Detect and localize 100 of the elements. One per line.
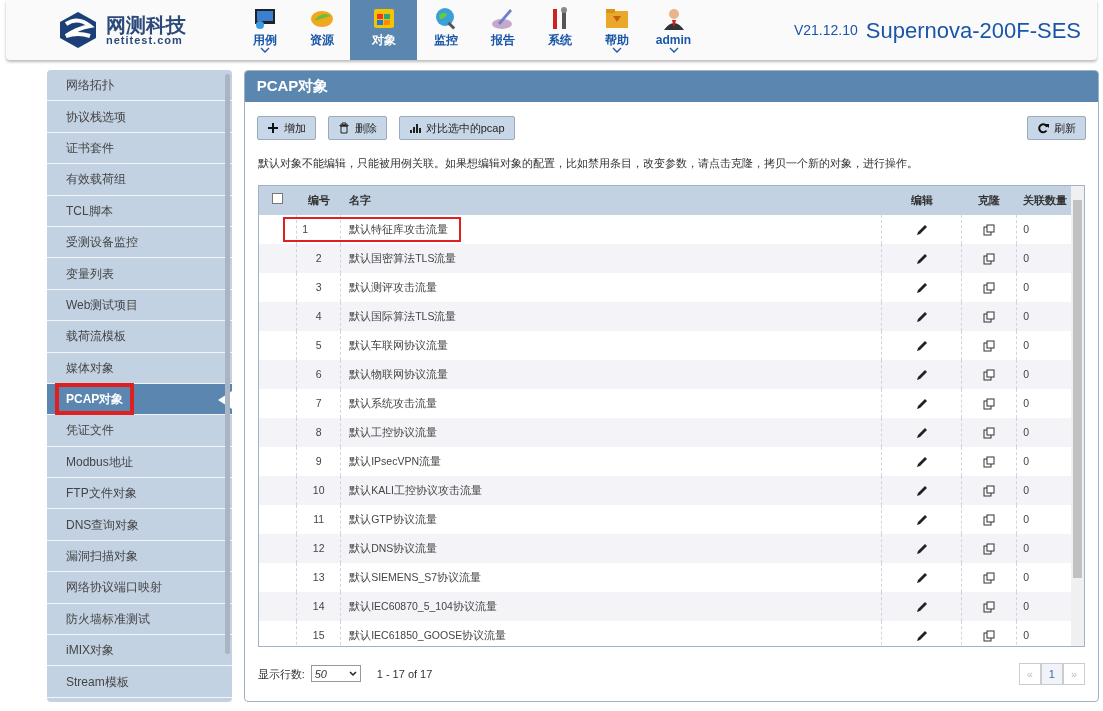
- clone-icon[interactable]: [983, 426, 996, 439]
- logo-text: 网测科技: [106, 14, 186, 35]
- clone-icon[interactable]: [983, 455, 996, 468]
- link-count: 0: [1023, 541, 1029, 554]
- clone-icon[interactable]: [983, 484, 996, 497]
- row-number: 14: [312, 599, 325, 612]
- nav-tab[interactable]: admin: [645, 0, 702, 60]
- row-name: 默认IEC61850_GOOSE协议流量: [349, 628, 507, 641]
- clone-icon[interactable]: [983, 252, 996, 265]
- row-number: 1: [302, 222, 308, 235]
- scrollbar[interactable]: [1071, 185, 1084, 646]
- nav-tab[interactable]: 用例: [236, 0, 293, 60]
- clone-icon[interactable]: [983, 368, 996, 381]
- row-name: 默认IPsecVPN流量: [349, 454, 441, 467]
- row-number: 11: [313, 512, 325, 525]
- row-name: 默认IEC60870_5_104协议流量: [349, 599, 497, 612]
- link-count: 0: [1023, 628, 1029, 641]
- nav-tab[interactable]: 对象: [350, 0, 417, 60]
- row-name: 默认系统攻击流量: [349, 396, 438, 409]
- edit-icon[interactable]: [915, 426, 928, 439]
- row-name: 默认国际算法TLS流量: [349, 309, 457, 322]
- logo-subtitle: netitest.com: [106, 34, 184, 46]
- nav-tab[interactable]: 监控: [417, 0, 474, 60]
- link-count: 0: [1023, 396, 1029, 409]
- row-name: 默认工控协议流量: [349, 425, 438, 438]
- row-name: 默认物联网协议流量: [349, 367, 449, 380]
- plus-icon: [266, 121, 279, 134]
- panel-title: PCAP对象: [244, 71, 1098, 102]
- page-button[interactable]: 1: [1040, 662, 1063, 685]
- row-name: 默认测评攻击流量: [349, 280, 438, 293]
- row-number: 6: [315, 367, 322, 380]
- clone-icon[interactable]: [983, 281, 996, 294]
- link-count: 0: [1023, 338, 1029, 351]
- clone-icon[interactable]: [983, 339, 996, 352]
- edit-icon[interactable]: [915, 339, 928, 352]
- row-number: 7: [315, 396, 322, 409]
- edit-icon[interactable]: [915, 571, 928, 584]
- rows-select[interactable]: 50: [310, 665, 361, 683]
- clone-icon[interactable]: [983, 629, 996, 642]
- row-name: 默认车联网协议流量: [349, 338, 449, 351]
- edit-icon[interactable]: [915, 513, 928, 526]
- clone-icon[interactable]: [983, 542, 996, 555]
- refresh-button[interactable]: 刷新: [1027, 115, 1086, 141]
- toolbar-button[interactable]: 对比选中的pcap: [398, 115, 515, 141]
- nav-tab[interactable]: 报告: [474, 0, 531, 60]
- clone-icon[interactable]: [983, 513, 996, 526]
- row-number: 13: [312, 570, 325, 583]
- clone-icon[interactable]: [983, 600, 996, 613]
- sidebar-item[interactable]: Stream模板: [47, 666, 232, 698]
- link-count: 0: [1023, 280, 1029, 293]
- row-number: 9: [315, 454, 322, 467]
- toolbar-button[interactable]: 删除: [327, 115, 387, 141]
- row-name: 默认特征库攻击流量: [349, 222, 449, 235]
- row-number: 8: [315, 425, 322, 438]
- clone-icon[interactable]: [983, 397, 996, 410]
- row-number: 2: [315, 251, 322, 264]
- nav-tab[interactable]: 系统: [531, 0, 588, 60]
- edit-icon[interactable]: [915, 223, 928, 236]
- clone-icon[interactable]: [983, 310, 996, 323]
- edit-icon[interactable]: [915, 600, 928, 613]
- column-header: 关联数量: [1022, 194, 1067, 207]
- version-label: V21.12.10: [793, 20, 858, 40]
- link-count: 0: [1023, 367, 1029, 380]
- row-name: 默认DNS协议流量: [349, 541, 438, 554]
- edit-icon[interactable]: [915, 629, 928, 642]
- row-name: 默认KALI工控协议攻击流量: [349, 483, 482, 496]
- edit-icon[interactable]: [915, 252, 928, 265]
- row-number: 10: [312, 483, 325, 496]
- clone-icon[interactable]: [983, 571, 996, 584]
- link-count: 0: [1023, 512, 1029, 525]
- scrollbar[interactable]: [224, 74, 230, 654]
- edit-icon[interactable]: [915, 310, 928, 323]
- checkbox[interactable]: [272, 193, 284, 205]
- row-number: 15: [312, 628, 325, 641]
- notice-text: 默认对象不能编辑，只能被用例关联。如果想编辑对象的配置，比如禁用条目，改变参数，请点击克隆，拷贝一个新的对象，进行操作。: [256, 156, 919, 172]
- link-count: 0: [1023, 570, 1029, 583]
- column-header: 编辑: [910, 194, 933, 207]
- row-number: 3: [315, 280, 322, 293]
- product-name: Supernova-200F-SES: [865, 16, 1081, 45]
- link-count: 0: [1023, 425, 1029, 438]
- nav-tab[interactable]: 帮助: [588, 0, 645, 60]
- column-header: 名字: [348, 194, 371, 207]
- edit-icon[interactable]: [915, 484, 928, 497]
- column-header: 克隆: [978, 194, 1001, 207]
- rows-label: 显示行数:: [257, 666, 305, 682]
- caret-icon: [348, 670, 357, 677]
- edit-icon[interactable]: [915, 281, 928, 294]
- link-count: 0: [1023, 309, 1029, 322]
- row-name: 默认SIEMENS_S7协议流量: [349, 570, 482, 583]
- row-number: 5: [315, 338, 322, 351]
- nav-tab[interactable]: 资源: [293, 0, 350, 60]
- edit-icon[interactable]: [915, 368, 928, 381]
- row-name: 默认国密算法TLS流量: [349, 251, 457, 264]
- edit-icon[interactable]: [915, 455, 928, 468]
- chart-icon: [408, 121, 421, 134]
- edit-icon[interactable]: [915, 542, 928, 555]
- sidebar-item[interactable]: PCAP对象: [47, 383, 232, 416]
- toolbar-button[interactable]: 增加: [256, 115, 316, 141]
- clone-icon[interactable]: [983, 223, 996, 236]
- edit-icon[interactable]: [915, 397, 928, 410]
